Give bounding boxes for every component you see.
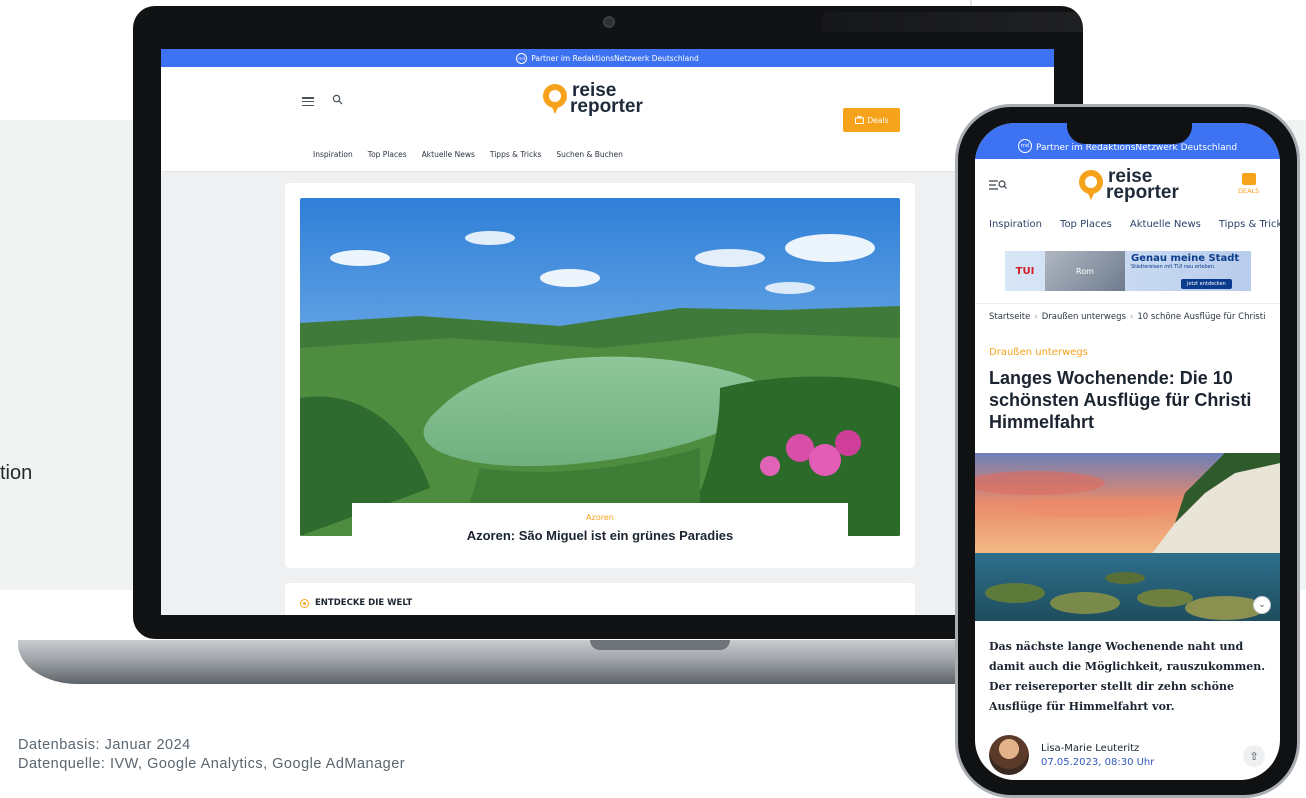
discover-heading: ENTDECKE DIE WELT (315, 598, 413, 608)
chevron-right-icon: › (1034, 312, 1038, 322)
nav-item-tipps-tricks[interactable]: Tipps & Tricks (1219, 219, 1280, 230)
nav-item-tipps-tricks[interactable]: Tipps & Tricks (490, 150, 542, 159)
nav-item-aktuelle-news[interactable]: Aktuelle News (422, 150, 475, 159)
nav-item-top-places[interactable]: Top Places (1060, 219, 1112, 230)
site-logo[interactable]: reise reporter (543, 81, 643, 118)
partner-bar[interactable]: rnd Partner im RedaktionsNetzwerk Deutsc… (161, 49, 1054, 67)
logo-text-line2: reporter (1106, 182, 1179, 204)
nav-item-suchen-buchen[interactable]: Suchen & Buchen (556, 150, 623, 159)
laptop-glare (823, 12, 1203, 32)
phone-site-logo[interactable]: reise reporter (1079, 167, 1179, 204)
partner-bar-text: Partner im RedaktionsNetzwerk Deutschlan… (531, 53, 699, 63)
laptop-camera (603, 16, 615, 28)
nav-item-inspiration[interactable]: Inspiration (313, 150, 353, 159)
menu-search-icon[interactable] (989, 179, 1007, 194)
author-name[interactable]: Lisa-Marie Leuteritz (1041, 743, 1154, 754)
laptop-base (18, 640, 1023, 684)
chevron-down-icon[interactable]: ⌄ (1253, 596, 1271, 614)
hero-image[interactable] (300, 198, 900, 536)
tui-ad-banner[interactable]: TUI Rom Genau meine Stadt Städtereisen m… (1005, 251, 1251, 291)
main-nav: Inspiration Top Places Aktuelle News Tip… (313, 150, 623, 159)
nav-item-aktuelle-news[interactable]: Aktuelle News (1130, 219, 1201, 230)
laptop-base-notch (590, 640, 730, 650)
hero-card[interactable]: Azoren Azoren: São Miguel ist ein grünes… (285, 183, 915, 568)
footnote-data-source: Datenquelle: IVW, Google Analytics, Goog… (18, 756, 406, 772)
main-content: Azoren Azoren: São Miguel ist ein grünes… (285, 183, 915, 615)
footnote-data-basis: Datenbasis: Januar 2024 (18, 737, 191, 753)
hero-caption[interactable]: Azoren Azoren: São Miguel ist ein grünes… (352, 503, 848, 551)
hamburger-icon[interactable] (302, 97, 314, 106)
phone-header: reise reporter DEALS (975, 159, 1280, 217)
phone-deals-button[interactable]: DEALS (1238, 173, 1259, 195)
ad-cta-button[interactable]: Jetzt entdecken (1181, 279, 1232, 289)
article-title: Langes Wochenende: Die 10 schönsten Ausf… (989, 368, 1252, 432)
hero-title[interactable]: Azoren: São Miguel ist ein grünes Paradi… (352, 528, 848, 543)
rnd-logo-icon: rnd (1017, 139, 1032, 153)
article-kicker[interactable]: Draußen unterwegs (989, 347, 1088, 358)
phone-nav: Inspiration Top Places Aktuelle News Tip… (989, 219, 1280, 230)
breadcrumb-item-home[interactable]: Startseite (989, 312, 1030, 322)
breadcrumb-item-category[interactable]: Draußen unterwegs (1042, 312, 1126, 322)
deals-label: Deals (867, 115, 889, 125)
article-date: 07.05.2023, 08:30 Uhr (1041, 756, 1155, 768)
article-image[interactable] (975, 453, 1280, 621)
site-header: reise reporter Deals Inspiration Top Plac… (161, 67, 1054, 172)
author-info[interactable]: Lisa-Marie Leuteritz 07.05.2023, 08:30 U… (989, 735, 1154, 775)
suitcase-icon (854, 116, 864, 124)
footnote: Datenbasis: Januar 2024 Datenquelle: IVW… (18, 736, 405, 774)
logo-pin-icon (543, 84, 567, 115)
phone-deals-label: DEALS (1238, 187, 1260, 195)
rnd-logo-icon: rnd (516, 52, 528, 64)
nav-item-inspiration[interactable]: Inspiration (989, 219, 1042, 230)
article-lead: Das nächste lange Wochenende naht und da… (989, 640, 1266, 713)
chevron-right-icon: › (1129, 312, 1134, 322)
logo-text-line2: reporter (570, 96, 643, 118)
breadcrumb-item-current: 10 schöne Ausflüge für Christi (1137, 312, 1266, 322)
deals-button[interactable]: Deals (843, 108, 900, 132)
avatar (989, 735, 1029, 775)
breadcrumb: Startseite › Draußen unterwegs › 10 schöne A… (975, 303, 1280, 333)
cropped-side-text: tion (0, 462, 33, 484)
target-icon (300, 598, 309, 608)
laptop-screen: rnd Partner im RedaktionsNetzwerk Deutsc… (161, 49, 1054, 615)
phone-partner-bar-text: Partner im RedaktionsNetzwerk Deutschlan… (1035, 143, 1238, 153)
phone-screen: rnd Partner im RedaktionsNetzwerk Deutsc… (975, 123, 1280, 780)
ad-headline: Genau meine Stadt (1131, 253, 1240, 264)
logo-pin-icon (1079, 170, 1103, 201)
nav-item-top-places[interactable]: Top Places (368, 150, 407, 159)
hero-kicker: Azoren (586, 513, 614, 522)
discover-section: ENTDECKE DIE WELT (285, 583, 915, 615)
ad-image: Rom (1045, 251, 1125, 291)
tui-logo: TUI (1015, 265, 1035, 277)
ad-subline: Städtereisen mit TUI neu erleben. (1131, 264, 1216, 270)
phone-notch (1067, 116, 1192, 144)
suitcase-icon (1241, 173, 1256, 185)
share-icon[interactable]: ⇧ (1243, 745, 1265, 767)
search-icon[interactable] (332, 94, 343, 108)
